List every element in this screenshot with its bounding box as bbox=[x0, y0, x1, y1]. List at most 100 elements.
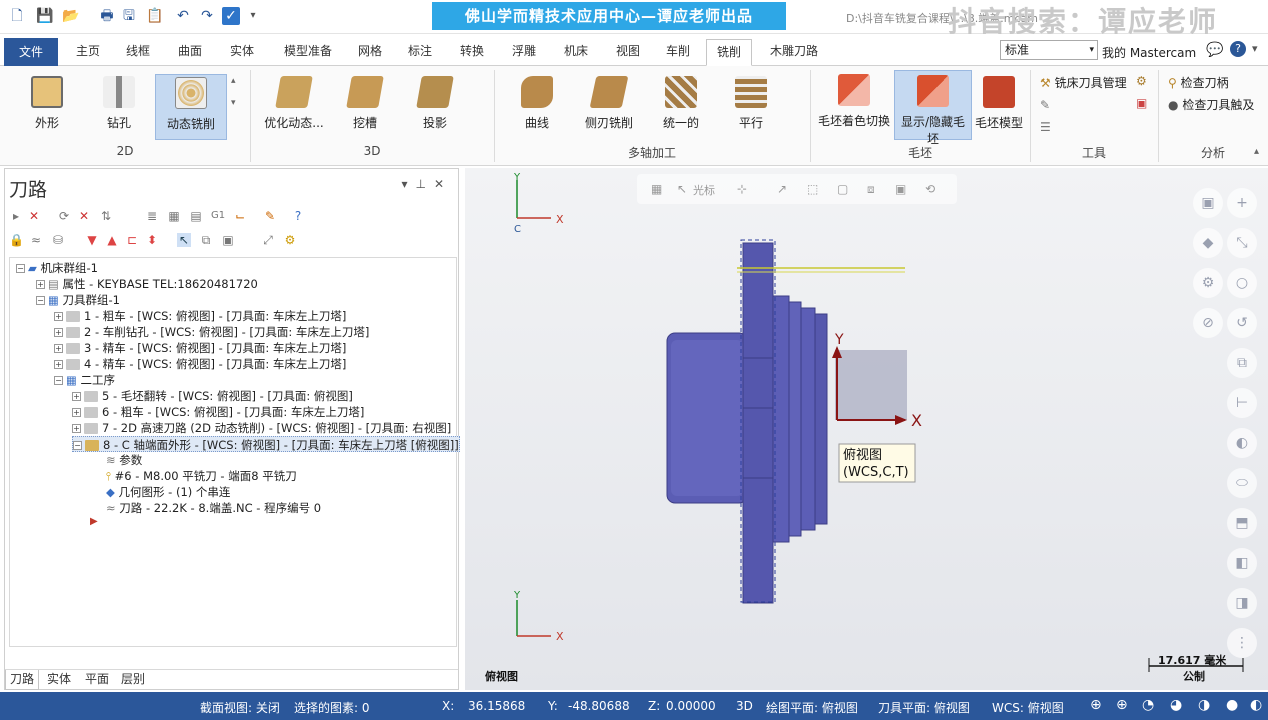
contour-button[interactable]: 外形 bbox=[18, 76, 76, 138]
measure-icon[interactable]: ⊢ bbox=[1227, 388, 1257, 418]
post-g1-icon[interactable]: G1 bbox=[211, 209, 225, 223]
tab-levels[interactable]: 层别 bbox=[117, 670, 149, 690]
regen-icon[interactable]: ⟳ bbox=[57, 209, 71, 223]
check-icon[interactable]: ✓ bbox=[222, 7, 240, 25]
parallel-button[interactable]: 平行 bbox=[722, 76, 780, 138]
z-coord-value[interactable]: 0.00000 bbox=[666, 699, 716, 713]
undo-icon[interactable]: ↶ bbox=[174, 7, 192, 25]
tree-node-op-7[interactable]: +7 - 2D 高速刀路 (2D 动态铣削) - [WCS: 俯视图] - [刀… bbox=[72, 420, 451, 436]
tree-node-properties[interactable]: + ▤ 属性 - KEYBASE TEL:18620481720 bbox=[36, 276, 258, 292]
draw-plane-status[interactable]: 绘图平面: 俯视图 bbox=[766, 699, 858, 716]
tab-wireframe[interactable]: 线框 bbox=[120, 39, 156, 66]
deselect-icon[interactable]: ✕ bbox=[27, 209, 41, 223]
more-icon[interactable]: ⋮ bbox=[1227, 628, 1257, 658]
tree-node-op-2[interactable]: +2 - 车削钻孔 - [WCS: 俯视图] - [刀具面: 车床左上刀塔] bbox=[54, 324, 369, 340]
tree-node-tool-group[interactable]: − ▦ 刀具群组-1 bbox=[36, 292, 120, 308]
transparency-icon[interactable]: ◐ bbox=[1250, 697, 1262, 713]
clear-color-icon[interactable]: ◨ bbox=[1227, 588, 1257, 618]
pocket-button[interactable]: 挖槽 bbox=[336, 76, 394, 138]
move-down-icon[interactable]: ▼ bbox=[85, 233, 99, 247]
swarf-button[interactable]: 侧刃铣削 bbox=[578, 76, 640, 138]
tab-planes[interactable]: 平面 bbox=[81, 670, 113, 690]
move-up-icon[interactable]: ▲ bbox=[105, 233, 119, 247]
regen-dirty-icon[interactable]: ✕ bbox=[77, 209, 91, 223]
fit-icon[interactable]: ○ bbox=[1227, 268, 1257, 298]
zoom-out-icon[interactable]: ⤡ bbox=[1227, 228, 1257, 258]
toggle-display-icon[interactable]: ≈ bbox=[29, 233, 43, 247]
copy-icon[interactable]: ⧉ bbox=[199, 233, 213, 247]
tool-table-icon[interactable]: ▣ bbox=[1136, 96, 1147, 110]
new-file-icon[interactable]: 🗋 bbox=[8, 7, 26, 25]
tree-node-toolpath[interactable]: ≈ 刀路 - 22.2K - 8.端盖.NC - 程序编号 0 bbox=[106, 500, 321, 516]
post-icon[interactable]: ⌙ bbox=[233, 209, 247, 223]
tool-gear-icon[interactable]: ⚙ bbox=[1136, 74, 1147, 88]
project-button[interactable]: 投影 bbox=[406, 76, 464, 138]
scroll-up-icon[interactable]: ▴ bbox=[231, 76, 236, 86]
expand-icon[interactable]: + bbox=[72, 408, 81, 417]
simulate-icon[interactable]: ▤ bbox=[189, 209, 203, 223]
show-hide-stock-button[interactable]: 显示/隐藏毛坯 bbox=[894, 70, 972, 146]
drill-button[interactable]: 钻孔 bbox=[92, 76, 146, 138]
expand-icon[interactable]: + bbox=[54, 360, 63, 369]
close-icon[interactable]: ✕ bbox=[434, 177, 452, 191]
comment-icon[interactable]: 💬 bbox=[1206, 42, 1223, 58]
toggle-post-icon[interactable]: ⛁ bbox=[51, 233, 65, 247]
tool-edit-icon[interactable]: ✎ bbox=[1040, 98, 1050, 112]
collapse-icon[interactable]: − bbox=[73, 441, 82, 450]
tree-node-op-4[interactable]: +4 - 精车 - [WCS: 俯视图] - [刀具面: 车床左上刀塔] bbox=[54, 356, 346, 372]
globe-grid-icon[interactable]: ⊕ bbox=[1116, 697, 1128, 713]
tab-solid[interactable]: 实体 bbox=[224, 39, 260, 66]
tree-node-op-1[interactable]: +1 - 粗车 - [WCS: 俯视图] - [刀具面: 车床左上刀塔] bbox=[54, 308, 346, 324]
tab-view[interactable]: 视图 bbox=[610, 39, 646, 66]
select-pointer-icon[interactable]: ↖ bbox=[177, 233, 191, 247]
tree-node-tool[interactable]: ⫯ #6 - M8.00 平铣刀 - 端面8 平铣刀 bbox=[106, 468, 297, 484]
collapse-ribbon-icon[interactable]: ▴ bbox=[1254, 146, 1259, 157]
expand-icon[interactable]: + bbox=[54, 344, 63, 353]
expand-icon[interactable]: + bbox=[72, 392, 81, 401]
ribbon-options-icon[interactable]: ▾ bbox=[1252, 42, 1258, 55]
layers-icon[interactable]: ⧉ bbox=[1227, 348, 1257, 378]
tree-node-second-setup[interactable]: − ▦ 二工序 bbox=[54, 372, 115, 388]
check-holder-button[interactable]: ⚲ 检查刀柄 bbox=[1168, 74, 1229, 91]
tool-plane-status[interactable]: 刀具平面: 俯视图 bbox=[878, 699, 970, 716]
panel-controls[interactable]: ▾⊥✕ bbox=[401, 177, 452, 191]
expand-icon[interactable]: + bbox=[54, 328, 63, 337]
tool-list-icon[interactable]: ☰ bbox=[1040, 120, 1051, 134]
dynamic-mill-button[interactable]: 动态铣削 bbox=[155, 74, 227, 140]
mode-3d-toggle[interactable]: 3D bbox=[736, 699, 753, 713]
tab-file[interactable]: 文件 bbox=[4, 38, 58, 66]
gear-icon[interactable]: ⚙ bbox=[1193, 268, 1223, 298]
wand-icon[interactable]: ✎ bbox=[263, 209, 277, 223]
expand-icon[interactable]: + bbox=[54, 312, 63, 321]
prohibit-icon[interactable]: ⊘ bbox=[1193, 308, 1223, 338]
tab-wood-router[interactable]: 木雕刀路 bbox=[764, 39, 824, 66]
tree-node-machine-group[interactable]: − ▰ 机床群组-1 bbox=[16, 260, 98, 276]
view-iso-icon[interactable]: ◆ bbox=[1193, 228, 1223, 258]
curve-button[interactable]: 曲线 bbox=[508, 76, 566, 138]
collapse-icon[interactable]: − bbox=[54, 376, 63, 385]
collapse-icon[interactable]: − bbox=[16, 264, 25, 273]
stock-model-button[interactable]: 毛坯模型 bbox=[974, 76, 1024, 138]
redo-icon[interactable]: ↷ bbox=[198, 7, 216, 25]
tree-node-op-8[interactable]: − 8 - C 轴端面外形 - [WCS: 俯视图] - [刀具面: 车床左上刀塔… bbox=[72, 436, 460, 452]
tab-annotate[interactable]: 标注 bbox=[402, 39, 438, 66]
display-options-icon[interactable]: ▣ bbox=[221, 233, 235, 247]
print-icon[interactable]: 🖶 bbox=[98, 7, 116, 25]
scroll-down-icon[interactable]: ▾ bbox=[231, 98, 236, 108]
collapse-icon[interactable]: − bbox=[36, 296, 45, 305]
tab-home[interactable]: 主页 bbox=[70, 39, 106, 66]
wire-sphere-icon[interactable]: ◑ bbox=[1198, 697, 1210, 713]
expand-icon[interactable]: + bbox=[36, 280, 45, 289]
shade-mode-icon[interactable]: ◔ bbox=[1142, 697, 1154, 713]
pin-icon[interactable]: ⊥ bbox=[415, 177, 433, 191]
tab-milling[interactable]: 铣削 bbox=[706, 39, 752, 66]
clipboard-icon[interactable]: 📋 bbox=[146, 7, 164, 25]
insert-both-icon[interactable]: ⬍ bbox=[145, 233, 159, 247]
check-reach-button[interactable]: ● 检查刀具触及 bbox=[1168, 96, 1254, 113]
section-view-status[interactable]: 截面视图: 关闭 bbox=[200, 699, 280, 716]
tree-node-op-3[interactable]: +3 - 精车 - [WCS: 俯视图] - [刀具面: 车床左上刀塔] bbox=[54, 340, 346, 356]
standard-combo[interactable]: 标准 ▾ bbox=[1000, 40, 1098, 60]
lock-icon[interactable]: 🔒 bbox=[9, 233, 24, 247]
tab-machine[interactable]: 机床 bbox=[558, 39, 594, 66]
my-mastercam-link[interactable]: 我的 Mastercam bbox=[1102, 44, 1196, 61]
